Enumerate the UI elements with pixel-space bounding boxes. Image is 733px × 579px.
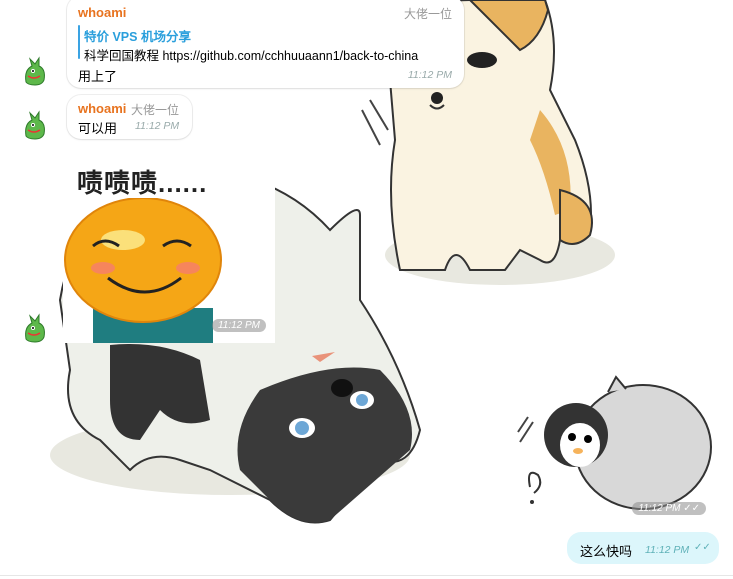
dragon-avatar-icon	[25, 313, 45, 343]
penguin-sticker-icon	[517, 375, 712, 510]
dragon-avatar-icon	[25, 56, 45, 86]
double-check-icon: ✓✓	[694, 542, 711, 553]
message-bubble[interactable]: whoami 大佬一位 特价 VPS 机场分享 科学回国教程 https://g…	[67, 0, 464, 88]
avatar[interactable]	[22, 110, 48, 140]
sender-role: 大佬一位	[403, 7, 452, 21]
message-text: 用上了	[78, 69, 118, 84]
sender-role: 大佬一位	[131, 103, 180, 117]
reply-title[interactable]: 特价 VPS 机场分享	[84, 26, 191, 45]
sticker-message[interactable]: 啧啧啧...... 11:12 PM	[63, 143, 275, 343]
double-check-icon: ✓✓	[683, 503, 700, 514]
sticker-time: 11:12 PM ✓✓	[632, 502, 706, 515]
message-bubble[interactable]: whoami 大佬一位 可以用 11:12 PM	[67, 95, 192, 139]
sticker-time: 11:12 PM	[211, 319, 266, 332]
sticker-caption: 啧啧啧......	[77, 168, 208, 198]
sticker-message[interactable]: 11:12 PM ✓✓	[508, 347, 720, 525]
message-time: 11:12 PM	[135, 120, 180, 132]
message-time: 11:12 PM	[407, 69, 452, 81]
reply-text[interactable]: 科学回国教程 https://github.com/cchhuuaann1/ba…	[84, 45, 418, 64]
sender-name[interactable]: whoami	[78, 5, 126, 20]
avatar[interactable]	[22, 313, 48, 343]
message-time: 11:12 PM	[645, 544, 690, 556]
bottom-divider	[0, 575, 733, 576]
outgoing-message-bubble[interactable]: 这么快吗 11:12 PM ✓✓	[567, 532, 719, 564]
dragon-avatar-icon	[25, 110, 45, 140]
message-text: 可以用	[78, 121, 118, 136]
sticker-time-text: 11:12 PM	[638, 503, 681, 514]
reply-accent-bar	[78, 25, 80, 59]
avatar[interactable]	[22, 56, 48, 86]
message-text: 这么快吗	[580, 544, 633, 559]
sender-name[interactable]: whoami	[78, 101, 126, 116]
